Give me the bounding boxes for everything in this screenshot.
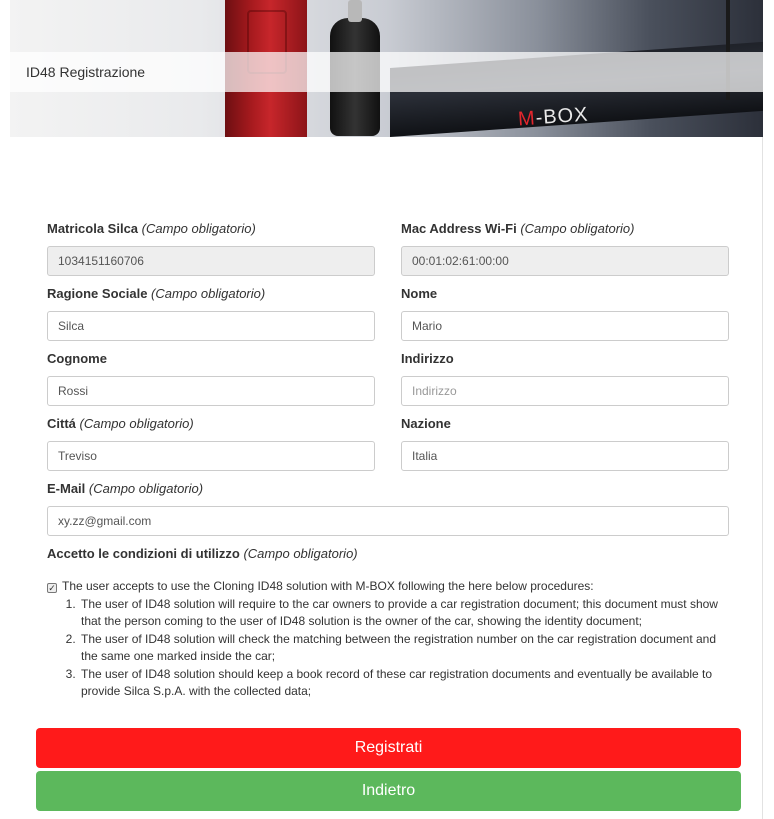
terms-list: The user of ID48 solution will require t… — [79, 596, 727, 701]
field-nome: Nome Mario — [401, 284, 729, 341]
citta-input[interactable]: Treviso — [47, 441, 375, 471]
page-title: ID48 Registrazione — [26, 64, 146, 80]
email-label: E-Mail — [47, 481, 86, 496]
required-note: (Campo obligatorio) — [88, 481, 204, 496]
nome-label: Nome — [401, 286, 438, 301]
field-ragione-sociale: Ragione Sociale (Campo obligatorio) Silc… — [47, 284, 375, 341]
required-note: (Campo obligatorio) — [520, 221, 635, 236]
ragione-sociale-input[interactable]: Silca — [47, 311, 375, 341]
nazione-label: Nazione — [401, 416, 451, 431]
nome-input[interactable]: Mario — [401, 311, 729, 341]
indirizzo-input[interactable]: Indirizzo — [401, 376, 729, 406]
field-indirizzo: Indirizzo Indirizzo — [401, 349, 729, 406]
mac-address-input[interactable]: 00:01:02:61:00:00 — [401, 246, 729, 276]
matricola-label: Matricola Silca — [47, 221, 139, 236]
required-note: (Campo obligatorio) — [243, 546, 358, 561]
ragione-sociale-label: Ragione Sociale — [47, 286, 148, 301]
terms-checkbox[interactable]: ✓ — [47, 583, 57, 593]
matricola-input[interactable]: 1034151160706 — [47, 246, 375, 276]
field-email: E-Mail (Campo obligatorio) xy.zz@gmail.c… — [47, 479, 729, 536]
terms-label: Accetto le condizioni di utilizzo — [47, 546, 240, 561]
required-note: (Campo obligatorio) — [79, 416, 194, 431]
email-input[interactable]: xy.zz@gmail.com — [47, 506, 729, 536]
terms-block: ✓ The user accepts to use the Cloning ID4… — [47, 578, 727, 701]
page-title-bar: ID48 Registrazione — [10, 52, 763, 92]
required-note: (Campo obligatorio) — [141, 221, 256, 236]
mbox-logo: M-BOX — [517, 103, 590, 131]
terms-list-item: The user of ID48 solution will require t… — [79, 596, 727, 631]
field-matricola: Matricola Silca (Campo obligatorio) 1034… — [47, 219, 375, 276]
mac-address-label: Mac Address Wi-Fi — [401, 221, 517, 236]
cognome-label: Cognome — [47, 351, 107, 366]
field-citta: Cittá (Campo obligatorio) Treviso — [47, 414, 375, 471]
register-button[interactable]: Registrati — [36, 728, 741, 768]
terms-intro: The user accepts to use the Cloning ID48… — [62, 579, 594, 593]
back-button[interactable]: Indietro — [36, 771, 741, 811]
terms-heading: Accetto le condizioni di utilizzo (Campo… — [47, 546, 358, 561]
citta-label: Cittá — [47, 416, 76, 431]
terms-list-item: The user of ID48 solution will check the… — [79, 631, 727, 666]
terms-list-item: The user of ID48 solution should keep a … — [79, 666, 727, 701]
indirizzo-label: Indirizzo — [401, 351, 454, 366]
field-cognome: Cognome Rossi — [47, 349, 375, 406]
nazione-input[interactable]: Italia — [401, 441, 729, 471]
cognome-input[interactable]: Rossi — [47, 376, 375, 406]
field-mac-address: Mac Address Wi-Fi (Campo obligatorio) 00… — [401, 219, 729, 276]
required-note: (Campo obligatorio) — [151, 286, 266, 301]
field-nazione: Nazione Italia — [401, 414, 729, 471]
